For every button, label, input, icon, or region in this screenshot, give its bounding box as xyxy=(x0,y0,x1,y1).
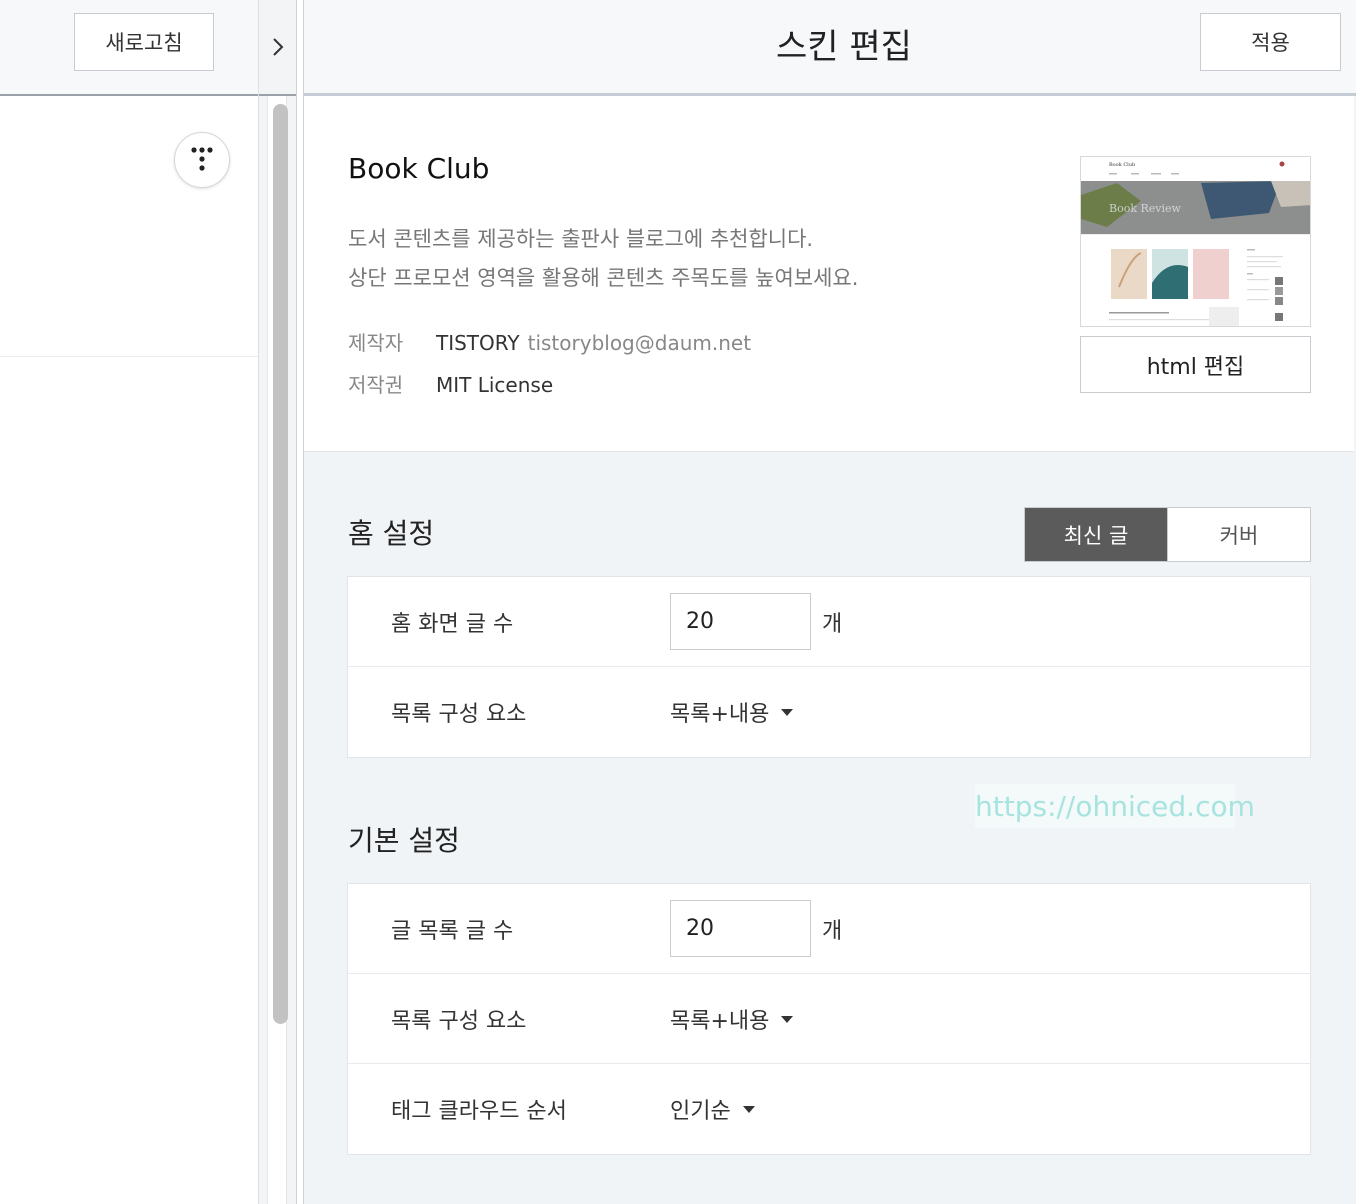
skin-info-card: Book Club 도서 콘텐츠를 제공하는 출판사 블로그에 추천합니다. 상… xyxy=(304,96,1354,452)
list-count-unit: 개 xyxy=(822,919,843,944)
apply-button[interactable]: 적용 xyxy=(1200,13,1341,71)
scrollbar-thumb[interactable] xyxy=(273,104,288,1024)
settings-row: 태그 클라우드 순서 인기순 xyxy=(348,1064,1310,1154)
settings-row: 홈 화면 글 수 20 개 xyxy=(348,577,1310,667)
home-mode-tabs: 최신 글 커버 xyxy=(1024,507,1311,562)
thumbnail-hero-text: Book Review xyxy=(1109,202,1182,215)
caret-down-icon xyxy=(742,1105,755,1113)
author-name: TISTORY xyxy=(436,331,520,355)
license-value: MIT License xyxy=(436,373,554,397)
caret-down-icon xyxy=(781,1015,794,1023)
list-layout-label: 목록 구성 요소 xyxy=(391,1009,527,1034)
license-row: 저작권 MIT License xyxy=(348,369,553,398)
thumbnail-site-title: Book Club xyxy=(1109,162,1135,168)
home-post-count-input[interactable]: 20 xyxy=(670,593,811,650)
preview-divider xyxy=(0,356,266,357)
editor-header: 스킨 편집 적용 xyxy=(304,0,1356,96)
blog-preview xyxy=(0,98,266,1204)
home-list-layout-select[interactable]: 목록+내용 xyxy=(670,667,794,757)
list-layout-value: 목록+내용 xyxy=(670,1009,770,1034)
author-email: tistoryblog@daum.net xyxy=(527,331,752,355)
home-post-count-unit: 개 xyxy=(822,612,843,637)
author-label: 제작자 xyxy=(348,331,404,355)
home-list-layout-value: 목록+내용 xyxy=(670,702,770,727)
preview-toolbar: 새로고침 xyxy=(0,0,258,96)
tag-order-value: 인기순 xyxy=(670,1099,731,1124)
settings-row: 목록 구성 요소 목록+내용 xyxy=(348,974,1310,1064)
basic-settings-panel: 글 목록 글 수 20 개 목록 구성 요소 목록+내용 태그 클라우드 순서 … xyxy=(347,883,1311,1155)
refresh-button[interactable]: 새로고침 xyxy=(74,13,214,71)
caret-down-icon xyxy=(781,708,794,716)
skin-editor-panel: 스킨 편집 적용 Book Club 도서 콘텐츠를 제공하는 출판사 블로그에… xyxy=(304,0,1356,1204)
home-settings-panel: 홈 화면 글 수 20 개 목록 구성 요소 목록+내용 xyxy=(347,576,1311,758)
skin-thumbnail: Book Club Book Review xyxy=(1080,156,1311,327)
list-layout-select[interactable]: 목록+내용 xyxy=(670,974,794,1064)
description-line-1: 도서 콘텐츠를 제공하는 출판사 블로그에 추천합니다. xyxy=(348,227,814,251)
home-settings-title: 홈 설정 xyxy=(348,517,435,550)
watermark-text: https://ohniced.com xyxy=(975,784,1255,828)
tag-order-select[interactable]: 인기순 xyxy=(670,1064,755,1154)
tab-latest-posts[interactable]: 최신 글 xyxy=(1025,508,1167,561)
author-row: 제작자 TISTORY tistoryblog@daum.net xyxy=(348,327,751,356)
page-title: 스킨 편집 xyxy=(776,26,912,67)
chevron-right-icon xyxy=(272,38,283,56)
settings-row: 글 목록 글 수 20 개 xyxy=(348,884,1310,974)
preview-panel: 새로고침 xyxy=(0,0,296,1204)
panel-divider[interactable] xyxy=(296,0,304,1204)
license-label: 저작권 xyxy=(348,373,404,397)
html-edit-button[interactable]: html 편집 xyxy=(1080,336,1311,393)
collapse-toggle-button[interactable] xyxy=(259,0,296,96)
home-list-layout-label: 목록 구성 요소 xyxy=(391,702,527,727)
settings-row: 목록 구성 요소 목록+내용 xyxy=(348,667,1310,757)
tistory-logo-icon[interactable] xyxy=(174,132,230,188)
basic-settings-title: 기본 설정 xyxy=(348,824,460,857)
skin-description: 도서 콘텐츠를 제공하는 출판사 블로그에 추천합니다. 상단 프로모션 영역을… xyxy=(348,220,858,298)
list-count-input[interactable]: 20 xyxy=(670,900,811,957)
home-post-count-label: 홈 화면 글 수 xyxy=(391,612,514,637)
skin-name: Book Club xyxy=(348,152,490,185)
list-count-label: 글 목록 글 수 xyxy=(391,919,514,944)
tab-cover[interactable]: 커버 xyxy=(1167,508,1310,561)
tag-order-label: 태그 클라우드 순서 xyxy=(391,1099,567,1124)
description-line-2: 상단 프로모션 영역을 활용해 콘텐츠 주목도를 높여보세요. xyxy=(348,266,859,290)
